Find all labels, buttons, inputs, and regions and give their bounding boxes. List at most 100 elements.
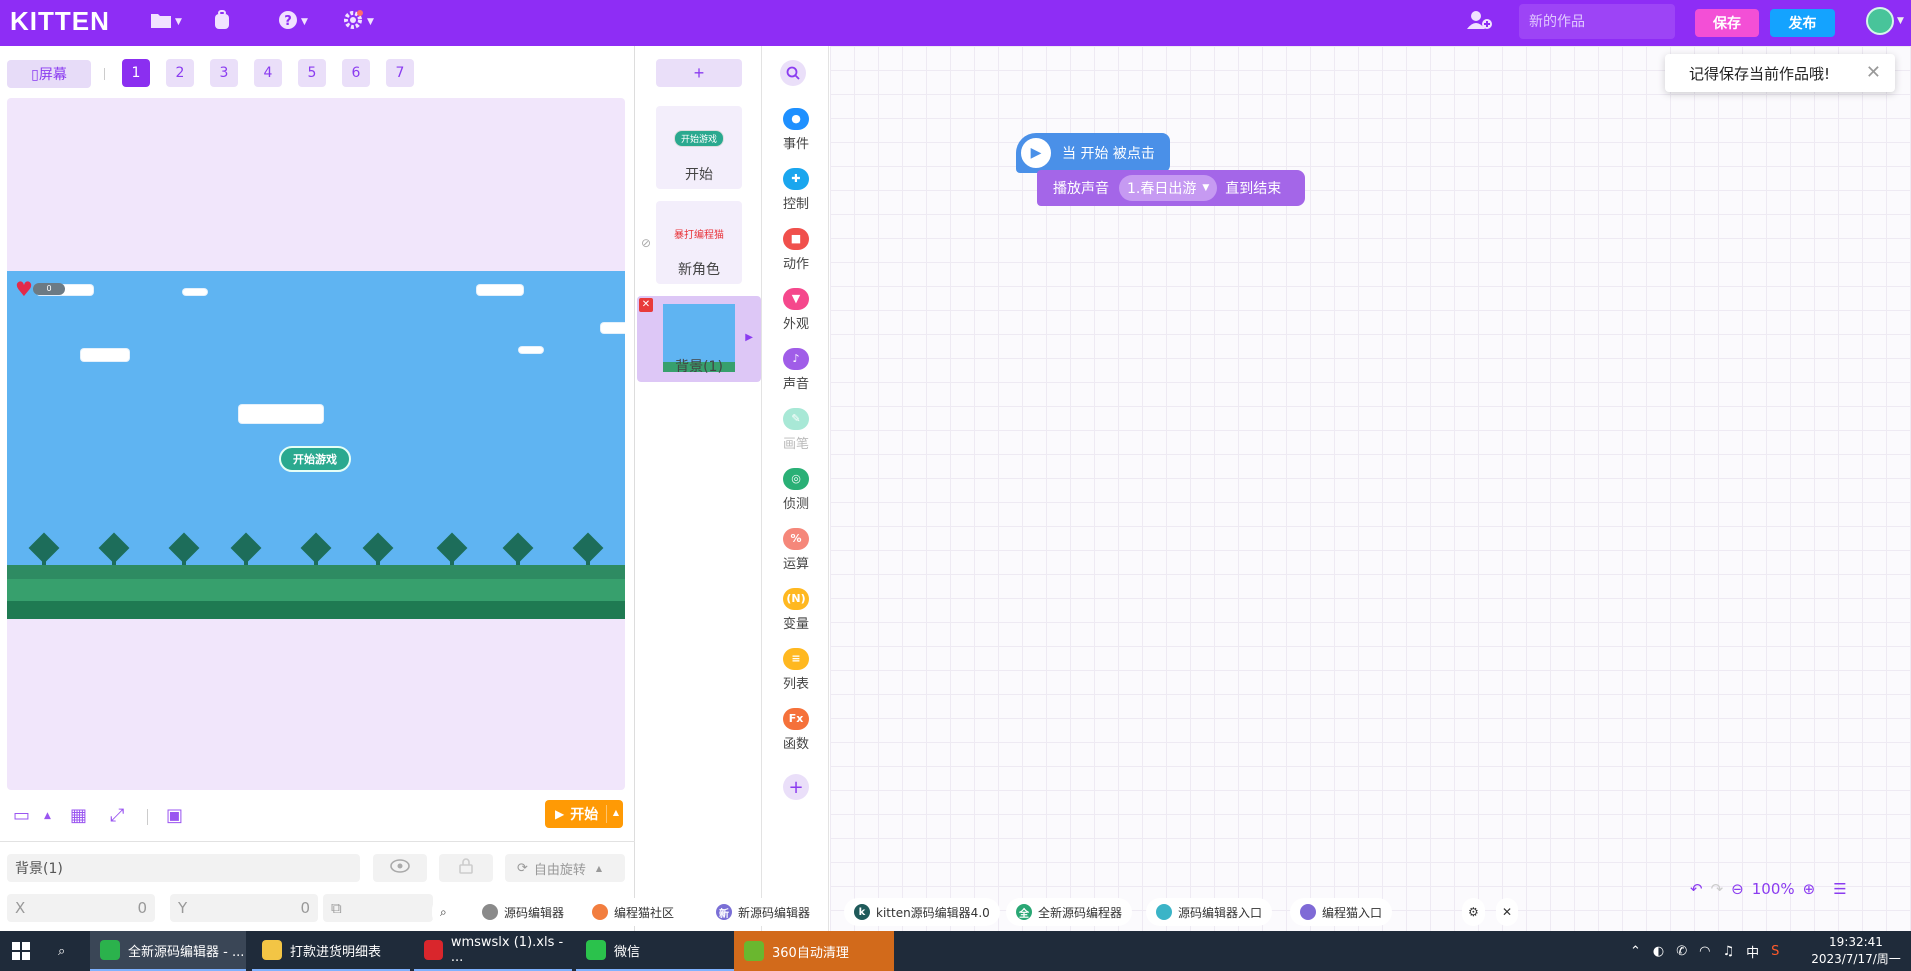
screen-page-1[interactable]: 1: [122, 59, 150, 87]
lives-counter: 0: [33, 283, 65, 295]
screen-page-7[interactable]: 7: [386, 59, 414, 87]
close-icon[interactable]: ✕: [1496, 898, 1519, 926]
category-motion[interactable]: ■ 动作: [763, 228, 829, 278]
taskbar-item-2[interactable]: wmswslx (1).xls - ...: [414, 931, 572, 971]
windows-start-icon[interactable]: [2, 931, 46, 971]
start-game-sprite[interactable]: 开始游戏: [279, 446, 351, 472]
volume-icon[interactable]: ♫: [1723, 944, 1735, 959]
sprite-name-input[interactable]: [7, 854, 360, 882]
screen-page-4[interactable]: 4: [254, 59, 282, 87]
wechat-icon[interactable]: ✆: [1676, 944, 1687, 959]
zoom-in-icon[interactable]: ⊕: [1803, 880, 1816, 898]
close-icon[interactable]: ✕: [639, 298, 653, 312]
sprite-card-background[interactable]: ✕ 背景(1) ▶: [637, 296, 761, 382]
rotation-mode-select[interactable]: ⟳ 自由旋转 ▲: [505, 854, 625, 882]
app-icon: [424, 940, 443, 960]
cloud: [519, 347, 543, 353]
publish-button[interactable]: 发布: [1770, 9, 1835, 37]
taskbar-item-4[interactable]: 360自动清理: [734, 931, 894, 971]
category-lists[interactable]: ≡ 列表: [763, 648, 829, 698]
category-looks[interactable]: ▼ 外观: [763, 288, 829, 338]
size-field[interactable]: ⧉: [323, 894, 433, 922]
close-icon[interactable]: ✕: [1866, 62, 1881, 83]
run-button[interactable]: ▶ 开始 ▲: [545, 800, 623, 828]
category-sensing[interactable]: ◎ 侦测: [763, 468, 829, 518]
help-icon: ?: [278, 10, 298, 34]
chevron-up-icon[interactable]: ⌃: [1630, 944, 1641, 959]
stage-size-icon[interactable]: ▭: [13, 805, 30, 826]
chevron-right-icon[interactable]: ▶: [745, 332, 753, 343]
help-menu[interactable]: ? ▼: [278, 9, 308, 35]
x-coordinate-field[interactable]: X 0: [7, 894, 155, 922]
screen-page-3[interactable]: 3: [210, 59, 238, 87]
cloud: [239, 405, 323, 423]
y-coordinate-field[interactable]: Y 0: [170, 894, 318, 922]
extension-tabs-strip: ⌕ 源码编辑器 编程猫社区 新 新源码编辑器 k kitten源码编辑器4.0 …: [432, 898, 1519, 926]
file-menu[interactable]: ▼: [150, 9, 182, 35]
ime-indicator[interactable]: 中: [1746, 942, 1759, 961]
play-sound-block[interactable]: 播放声音 1.春日出游 ▼ 直到结束: [1037, 170, 1305, 206]
app-icon: [262, 940, 282, 960]
add-collaborator-button[interactable]: [1467, 9, 1493, 35]
when-start-clicked-block[interactable]: ▶ 当 开始 被点击: [1016, 133, 1170, 173]
fullscreen-icon[interactable]: ⤢: [110, 805, 124, 826]
avatar[interactable]: [1866, 7, 1894, 35]
taskbar-item-0[interactable]: 全新源码编辑器 - ...: [90, 931, 246, 971]
chevron-up-icon[interactable]: ▲: [613, 808, 619, 817]
visibility-toggle[interactable]: [373, 854, 427, 882]
taskbar-item-1[interactable]: 打款进货明细表: [252, 931, 410, 971]
cloud: [81, 349, 129, 361]
add-extension-button[interactable]: +: [783, 774, 809, 800]
category-variables[interactable]: (N) 变量: [763, 588, 829, 638]
zoom-out-icon[interactable]: ⊖: [1731, 880, 1744, 898]
screen-page-5[interactable]: 5: [298, 59, 326, 87]
category-functions[interactable]: Fx 函数: [763, 708, 829, 758]
chevron-down-icon[interactable]: ▼: [1897, 16, 1904, 26]
ext-tab-5[interactable]: 源码编辑器入口: [1146, 898, 1273, 926]
taskbar-search-icon[interactable]: ⌕: [48, 931, 88, 971]
undo-icon[interactable]: ↶: [1690, 880, 1703, 898]
category-pen[interactable]: ✎ 画笔: [763, 408, 829, 458]
screen-page-6[interactable]: 6: [342, 59, 370, 87]
screen-page-2[interactable]: 2: [166, 59, 194, 87]
ext-tab-2[interactable]: 新 新源码编辑器: [706, 898, 821, 926]
chevron-down-icon: ▼: [1202, 183, 1210, 193]
category-events[interactable]: ● 事件: [763, 108, 829, 158]
settings-menu[interactable]: ▼: [342, 9, 374, 35]
project-title-input[interactable]: [1519, 4, 1675, 39]
save-button[interactable]: 保存: [1695, 9, 1759, 37]
sprite-card-start[interactable]: 开始游戏 开始: [656, 106, 742, 189]
qq-icon[interactable]: ◐: [1653, 944, 1664, 959]
gear-icon[interactable]: ⚙: [1462, 898, 1485, 926]
lock-toggle[interactable]: [439, 854, 493, 882]
ext-tab-0[interactable]: 源码编辑器: [472, 898, 575, 926]
taskbar-item-3[interactable]: 微信: [576, 931, 734, 971]
chevron-down-icon: ▼: [367, 17, 374, 27]
backpack-menu[interactable]: [212, 9, 232, 35]
wifi-icon[interactable]: ◠: [1699, 944, 1710, 959]
sound-dropdown[interactable]: 1.春日出游 ▼: [1119, 175, 1218, 201]
category-control[interactable]: ✚ 控制: [763, 168, 829, 218]
ext-tab-3[interactable]: k kitten源码编辑器4.0: [844, 898, 1000, 926]
grid-icon[interactable]: ▦: [70, 805, 87, 826]
add-sprite-button[interactable]: +: [656, 59, 742, 87]
search-icon[interactable]: ⌕: [432, 898, 455, 926]
align-blocks-icon[interactable]: ☰: [1833, 880, 1846, 898]
redo-icon[interactable]: ↷: [1711, 880, 1724, 898]
category-sound[interactable]: ♪ 声音: [763, 348, 829, 398]
stage-canvas[interactable]: ♥ 0 开始游戏: [7, 271, 625, 619]
sogou-icon[interactable]: S: [1771, 944, 1779, 959]
hidden-eye-icon[interactable]: ⊘: [641, 236, 651, 250]
search-icon[interactable]: [780, 60, 806, 86]
preview-icon[interactable]: ▣: [166, 805, 183, 826]
ext-tab-1[interactable]: 编程猫社区: [582, 898, 685, 926]
category-operators[interactable]: % 运算: [763, 528, 829, 578]
sprite-card-new-role[interactable]: 暴打编程猫 新角色: [656, 201, 742, 284]
chevron-up-icon[interactable]: ▲: [44, 811, 51, 821]
ext-tab-4[interactable]: 全 全新源码编程器: [1006, 898, 1133, 926]
ext-tab-6[interactable]: 编程猫入口: [1290, 898, 1393, 926]
code-workspace[interactable]: [830, 46, 1911, 931]
screen-button[interactable]: ▯屏幕: [7, 60, 91, 88]
app-logo[interactable]: KITTEN: [10, 6, 110, 37]
taskbar-clock[interactable]: 19:32:41 2023/7/17/周一: [1806, 934, 1906, 968]
